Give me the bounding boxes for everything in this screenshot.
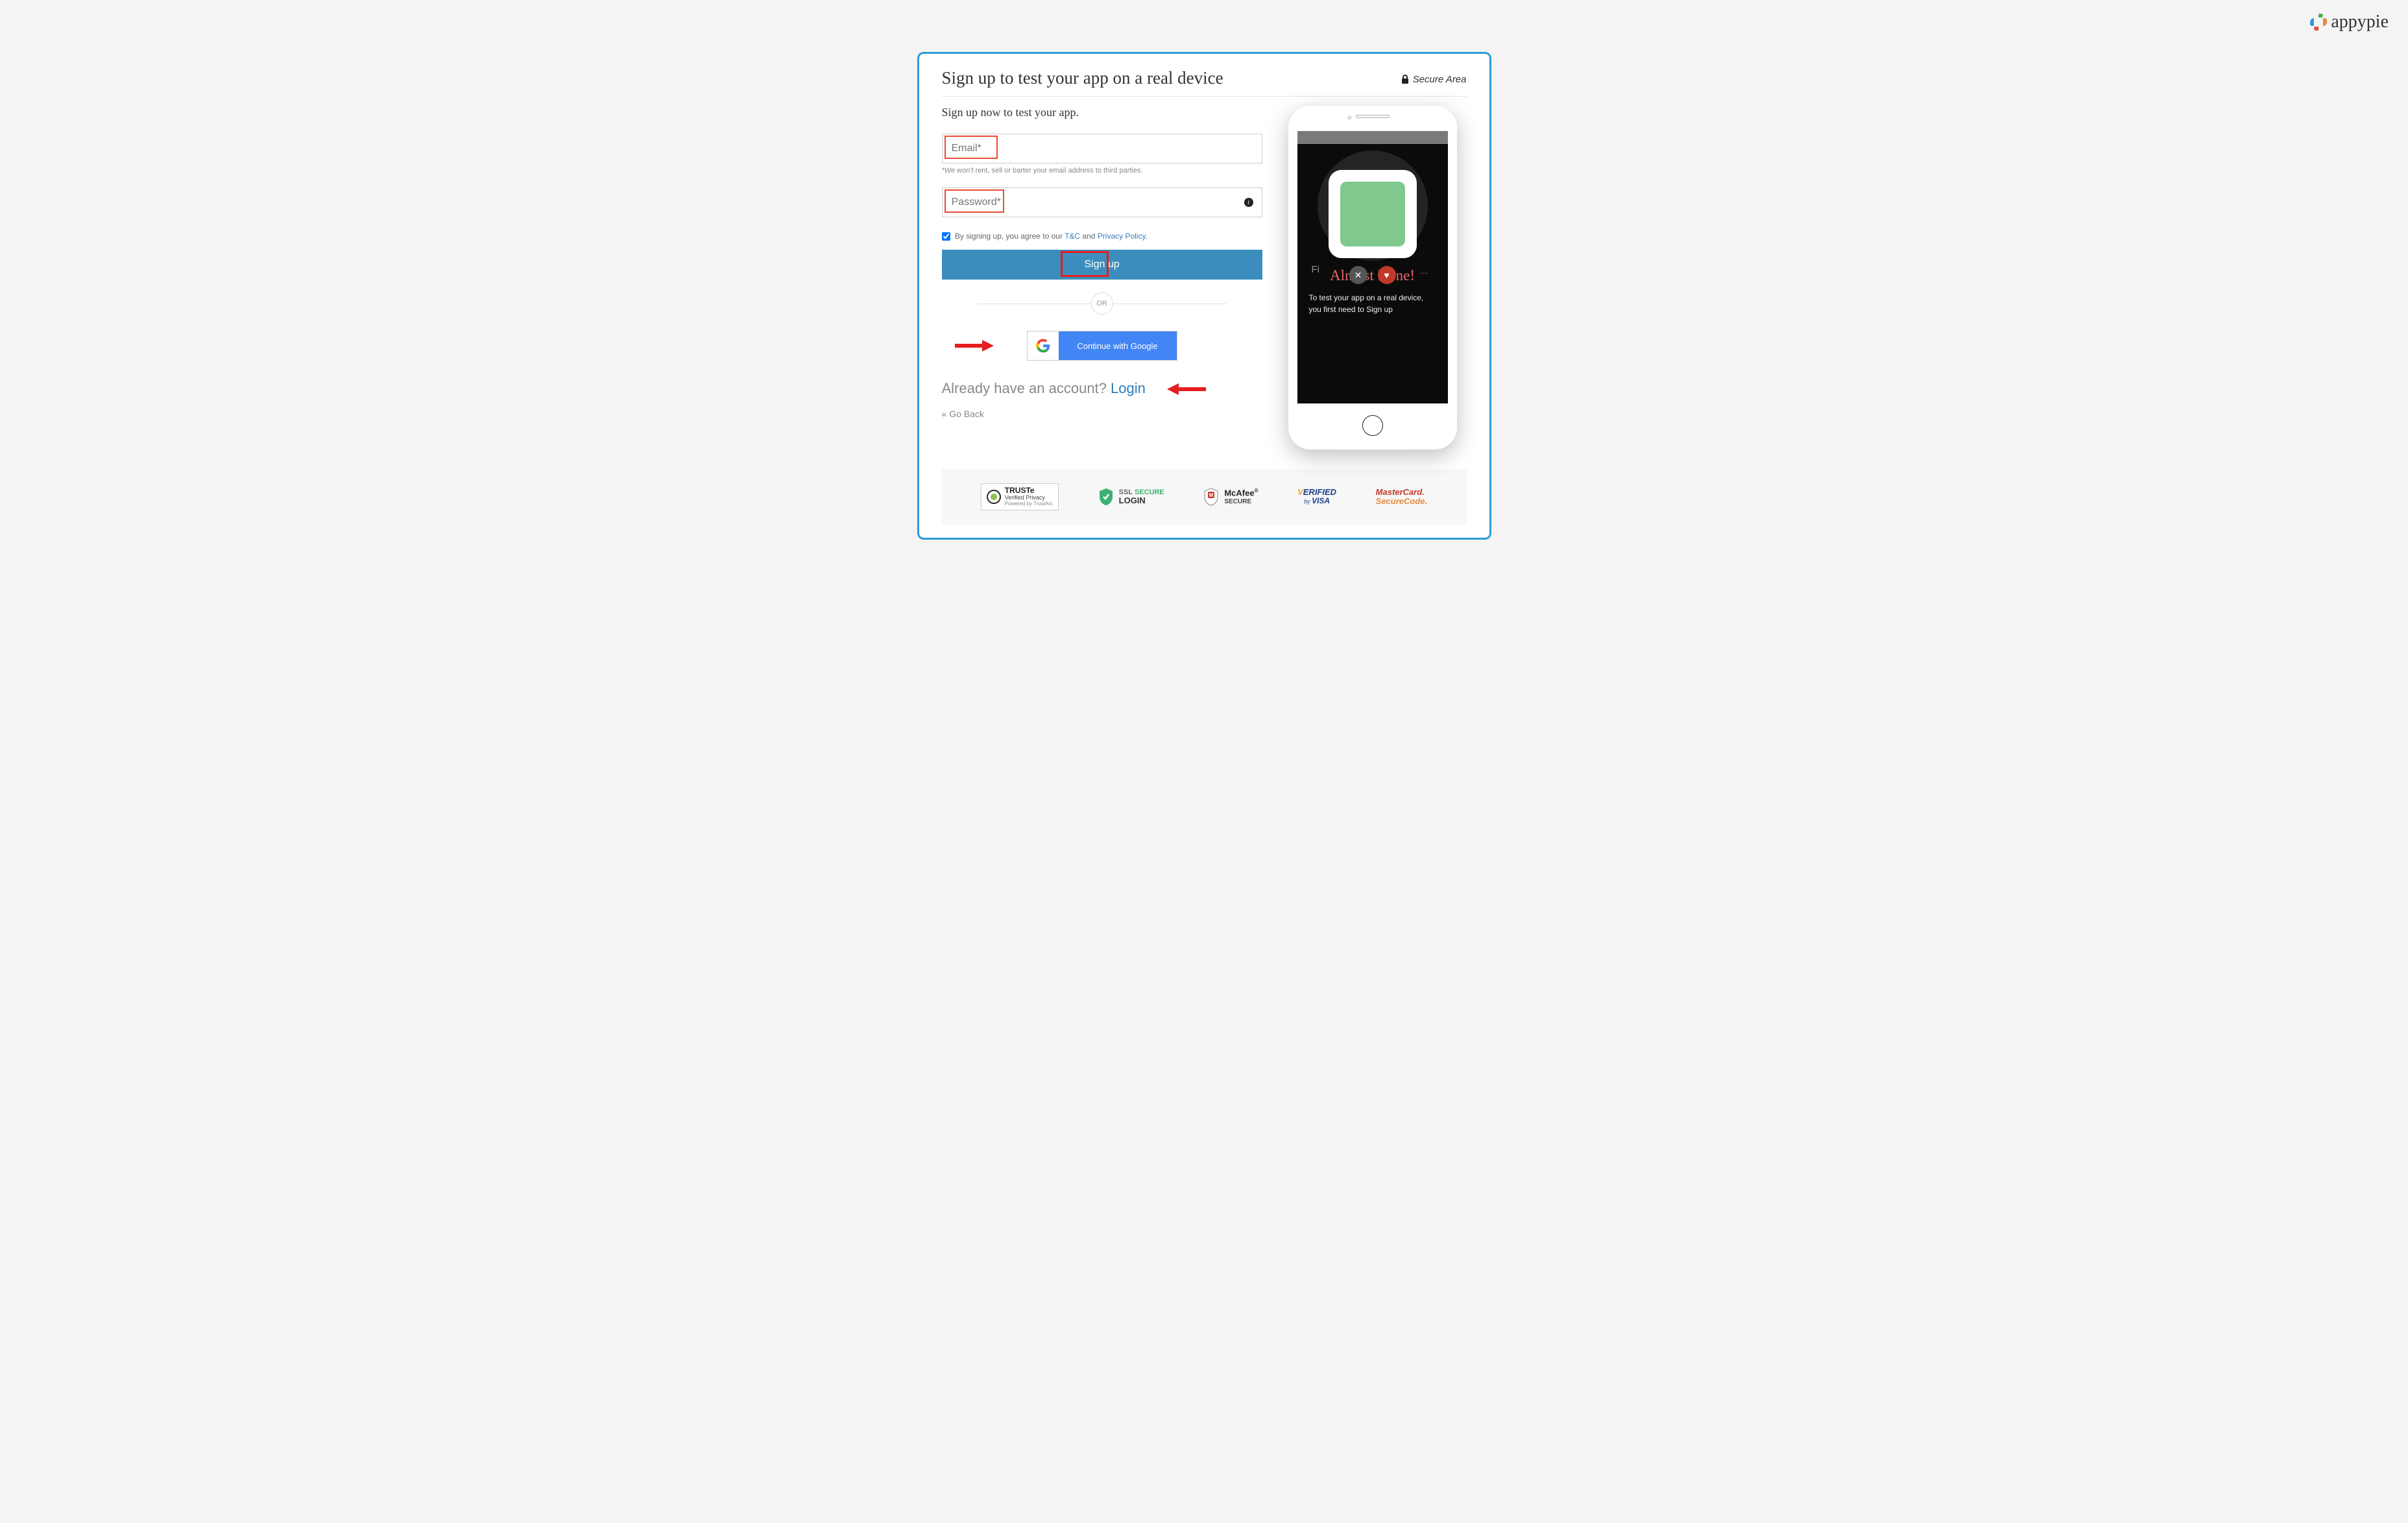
ssl-secure-badge: SSL SSL SECURESECURE LOGIN bbox=[1098, 488, 1164, 506]
phone-camera-icon bbox=[1348, 116, 1351, 119]
security-badge-strip: TRUSTe Verified Privacy Powered by Trust… bbox=[942, 469, 1467, 525]
heart-icon: ♥ bbox=[1378, 266, 1396, 284]
header-row: Sign up to test your app on a real devic… bbox=[942, 68, 1467, 97]
google-icon bbox=[1036, 339, 1050, 353]
form-subtitle: Sign up now to test your app. bbox=[942, 106, 1262, 119]
email-helper-note: *We won't rent, sell or barter your emai… bbox=[942, 167, 1262, 174]
phone-home-button-icon bbox=[1362, 415, 1383, 436]
app-icon-preview bbox=[1329, 170, 1417, 258]
password-input[interactable] bbox=[942, 187, 1262, 217]
terms-link[interactable]: T&C bbox=[1065, 232, 1080, 241]
email-input[interactable] bbox=[942, 134, 1262, 163]
shield-icon bbox=[1098, 488, 1114, 506]
go-back-link[interactable]: « Go Back bbox=[942, 409, 1262, 419]
annotation-arrow-icon bbox=[955, 340, 994, 352]
info-icon[interactable]: i bbox=[1244, 198, 1253, 207]
secure-area-badge: Secure Area bbox=[1401, 74, 1467, 85]
google-button-label: Continue with Google bbox=[1059, 331, 1177, 360]
phone-subtext: To test your app on a real device, you f… bbox=[1297, 284, 1448, 315]
truste-badge: TRUSTe Verified Privacy Powered by Trust… bbox=[981, 483, 1059, 510]
signup-form: Sign up now to test your app. *We won't … bbox=[942, 106, 1262, 450]
annotation-arrow-icon bbox=[1167, 383, 1206, 395]
login-link[interactable]: Login bbox=[1111, 380, 1146, 396]
dismiss-icon: ✕ bbox=[1349, 266, 1367, 284]
consent-checkbox[interactable] bbox=[942, 232, 950, 241]
signup-card: Sign up to test your app on a real devic… bbox=[917, 52, 1491, 540]
brand-logo-text: appypie bbox=[2331, 12, 2389, 32]
brand-logo: appypie bbox=[2309, 12, 2389, 32]
consent-row: By signing up, you agree to our T&C and … bbox=[942, 232, 1262, 241]
truste-icon bbox=[987, 490, 1001, 504]
appypie-logo-icon bbox=[2309, 12, 2328, 32]
privacy-link[interactable]: Privacy Policy bbox=[1098, 232, 1146, 241]
lock-icon bbox=[1401, 75, 1409, 84]
phone-statusbar bbox=[1297, 131, 1448, 144]
mcafee-shield-icon: M bbox=[1203, 488, 1219, 506]
or-label: OR bbox=[1091, 293, 1113, 315]
signup-button[interactable]: Sign up bbox=[942, 250, 1262, 280]
login-row: Already have an account? Login bbox=[942, 380, 1262, 397]
mcafee-badge: M McAfee® SECURE bbox=[1203, 488, 1258, 506]
mastercard-securecode-badge: MasterCard. SecureCode. bbox=[1376, 488, 1427, 507]
verified-by-visa-badge: VERIFIED by VISA bbox=[1297, 488, 1336, 505]
phone-mockup: Fi … ✕ ♥ Almost Done! To test your app o… bbox=[1288, 106, 1457, 450]
continue-with-google-button[interactable]: Continue with Google bbox=[1027, 331, 1177, 361]
svg-text:M: M bbox=[1209, 492, 1214, 498]
or-divider: OR bbox=[978, 293, 1227, 315]
secure-area-text: Secure Area bbox=[1413, 74, 1467, 85]
phone-speaker-icon bbox=[1356, 115, 1390, 118]
page-title: Sign up to test your app on a real devic… bbox=[942, 68, 1223, 88]
phone-screen: Fi … ✕ ♥ Almost Done! To test your app o… bbox=[1297, 131, 1448, 403]
